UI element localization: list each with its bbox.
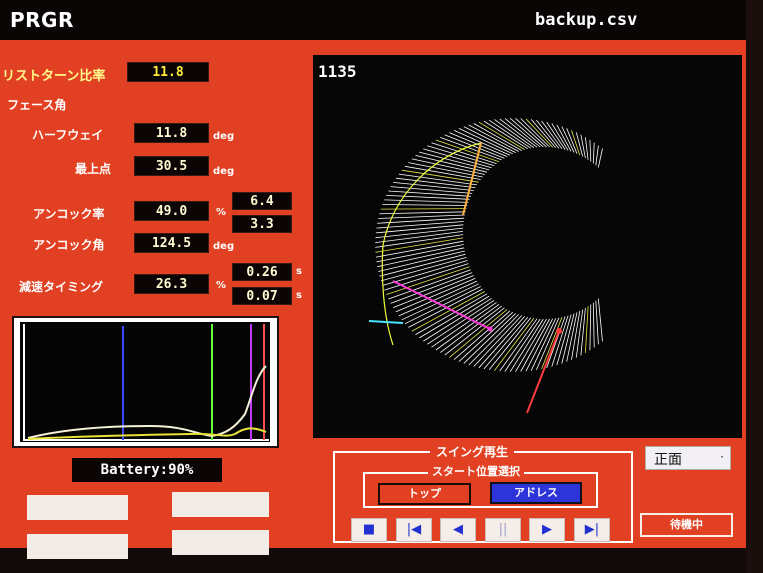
- standby-button[interactable]: 待機中: [640, 513, 733, 537]
- decel-timing-value: 26.3: [134, 274, 209, 294]
- trace-line: [390, 272, 473, 304]
- timing-graph-svg: [23, 324, 269, 441]
- step-forward-button[interactable]: ▶: [529, 518, 565, 542]
- chevron-down-icon: ·: [720, 450, 724, 464]
- trace-line: [386, 195, 470, 200]
- trace-line: [375, 224, 464, 234]
- uncock-angle-unit: deg: [213, 241, 235, 252]
- timing-graph: [12, 316, 279, 448]
- battery-status: Battery:90%: [72, 458, 222, 482]
- uncock-rate-label: アンコック率: [33, 207, 105, 221]
- halfway-label: ハーフウェイ: [32, 128, 104, 142]
- swing-playback-title: スイング再生: [430, 443, 515, 460]
- view-select[interactable]: 正面 ·: [645, 446, 731, 470]
- trace-line: [597, 298, 603, 342]
- skip-end-icon: ▶|: [584, 522, 600, 537]
- uncock-rate-sub2: 3.3: [232, 215, 292, 233]
- halfway-value: 11.8: [134, 123, 209, 143]
- trace-line: [530, 318, 557, 371]
- wrist-turn-ratio-label: リストターン比率: [2, 69, 106, 84]
- trace-line: [595, 300, 599, 345]
- trace-line: [408, 162, 483, 178]
- trace-line: [589, 304, 592, 351]
- trace-line: [384, 199, 469, 203]
- uncock-rate-value: 49.0: [134, 201, 209, 221]
- trace-line: [494, 318, 535, 371]
- trace-line: [592, 142, 595, 164]
- start-position-title: スタート位置選択: [428, 463, 524, 479]
- trace-line: [575, 132, 584, 157]
- uncock-angle-label: アンコック角: [33, 238, 105, 252]
- graph-curve-white: [27, 365, 267, 439]
- trace-line: [597, 148, 603, 168]
- decel-timing-sub1: 0.26: [232, 263, 292, 281]
- step-back-button[interactable]: ◀: [440, 518, 476, 542]
- trace-line: [377, 247, 465, 268]
- trace-line: [595, 145, 599, 166]
- decel-timing-sub1-unit: s: [296, 266, 302, 277]
- top-point-label: 最上点: [75, 162, 112, 176]
- start-top-button[interactable]: トップ: [378, 483, 471, 505]
- trace-line: [388, 190, 471, 197]
- decel-timing-sub2-unit: s: [296, 290, 302, 301]
- uncock-rate-unit: %: [216, 207, 227, 218]
- decel-timing-sub2: 0.07: [232, 287, 292, 305]
- trace-line: [453, 310, 511, 360]
- start-address-button[interactable]: アドレス: [490, 482, 582, 504]
- step-forward-icon: ▶: [542, 522, 552, 537]
- trace-line: [556, 314, 572, 366]
- trace-line: [592, 302, 595, 348]
- file-name: backup.csv: [535, 10, 638, 30]
- stop-button[interactable]: ■: [351, 518, 387, 542]
- timing-graph-canvas: [20, 322, 270, 442]
- skip-end-button[interactable]: ▶|: [574, 518, 610, 542]
- trace-line: [589, 139, 592, 162]
- trace-line: [380, 208, 467, 210]
- trace-line: [390, 186, 473, 194]
- trace-line: [379, 211, 466, 215]
- right-bezel: [746, 0, 763, 573]
- brand-logo: PRGR: [10, 8, 74, 32]
- title-bar: [0, 0, 763, 40]
- top-point-value: 30.5: [134, 156, 209, 176]
- trace-point-magenta: [487, 326, 493, 332]
- decel-timing-unit: %: [216, 280, 227, 291]
- frame-number: 1135: [318, 62, 357, 81]
- trace-line: [376, 244, 464, 263]
- swing-trace-lines: [375, 117, 603, 372]
- pause-icon: ||: [498, 522, 508, 537]
- pause-button[interactable]: ||: [485, 518, 521, 542]
- skip-start-icon: |◀: [406, 522, 422, 537]
- info-box-2: [172, 492, 269, 517]
- trace-line: [449, 309, 508, 358]
- trace-line-cyan: [368, 320, 404, 324]
- trace-line: [580, 134, 586, 159]
- stop-icon: ■: [362, 522, 376, 537]
- trace-line: [585, 137, 589, 160]
- wrist-turn-ratio-value: 11.8: [127, 62, 209, 82]
- info-box-1: [27, 495, 128, 520]
- trace-line: [585, 306, 589, 353]
- uncock-rate-sub1: 6.4: [232, 192, 292, 210]
- top-point-unit: deg: [213, 166, 235, 177]
- trace-point-red: [556, 328, 562, 334]
- swing-trace: [368, 117, 603, 414]
- swing-viewer[interactable]: [313, 55, 742, 438]
- face-angle-heading: フェース角: [7, 98, 67, 112]
- view-select-value: 正面: [654, 452, 682, 468]
- info-box-4: [172, 530, 269, 555]
- uncock-angle-value: 124.5: [134, 233, 209, 253]
- info-box-3: [27, 534, 128, 559]
- trace-line: [382, 204, 468, 206]
- halfway-unit: deg: [213, 131, 235, 142]
- step-back-icon: ◀: [453, 522, 463, 537]
- trace-line: [393, 182, 474, 191]
- decel-timing-label: 減速タイミング: [19, 280, 104, 294]
- skip-start-button[interactable]: |◀: [396, 518, 432, 542]
